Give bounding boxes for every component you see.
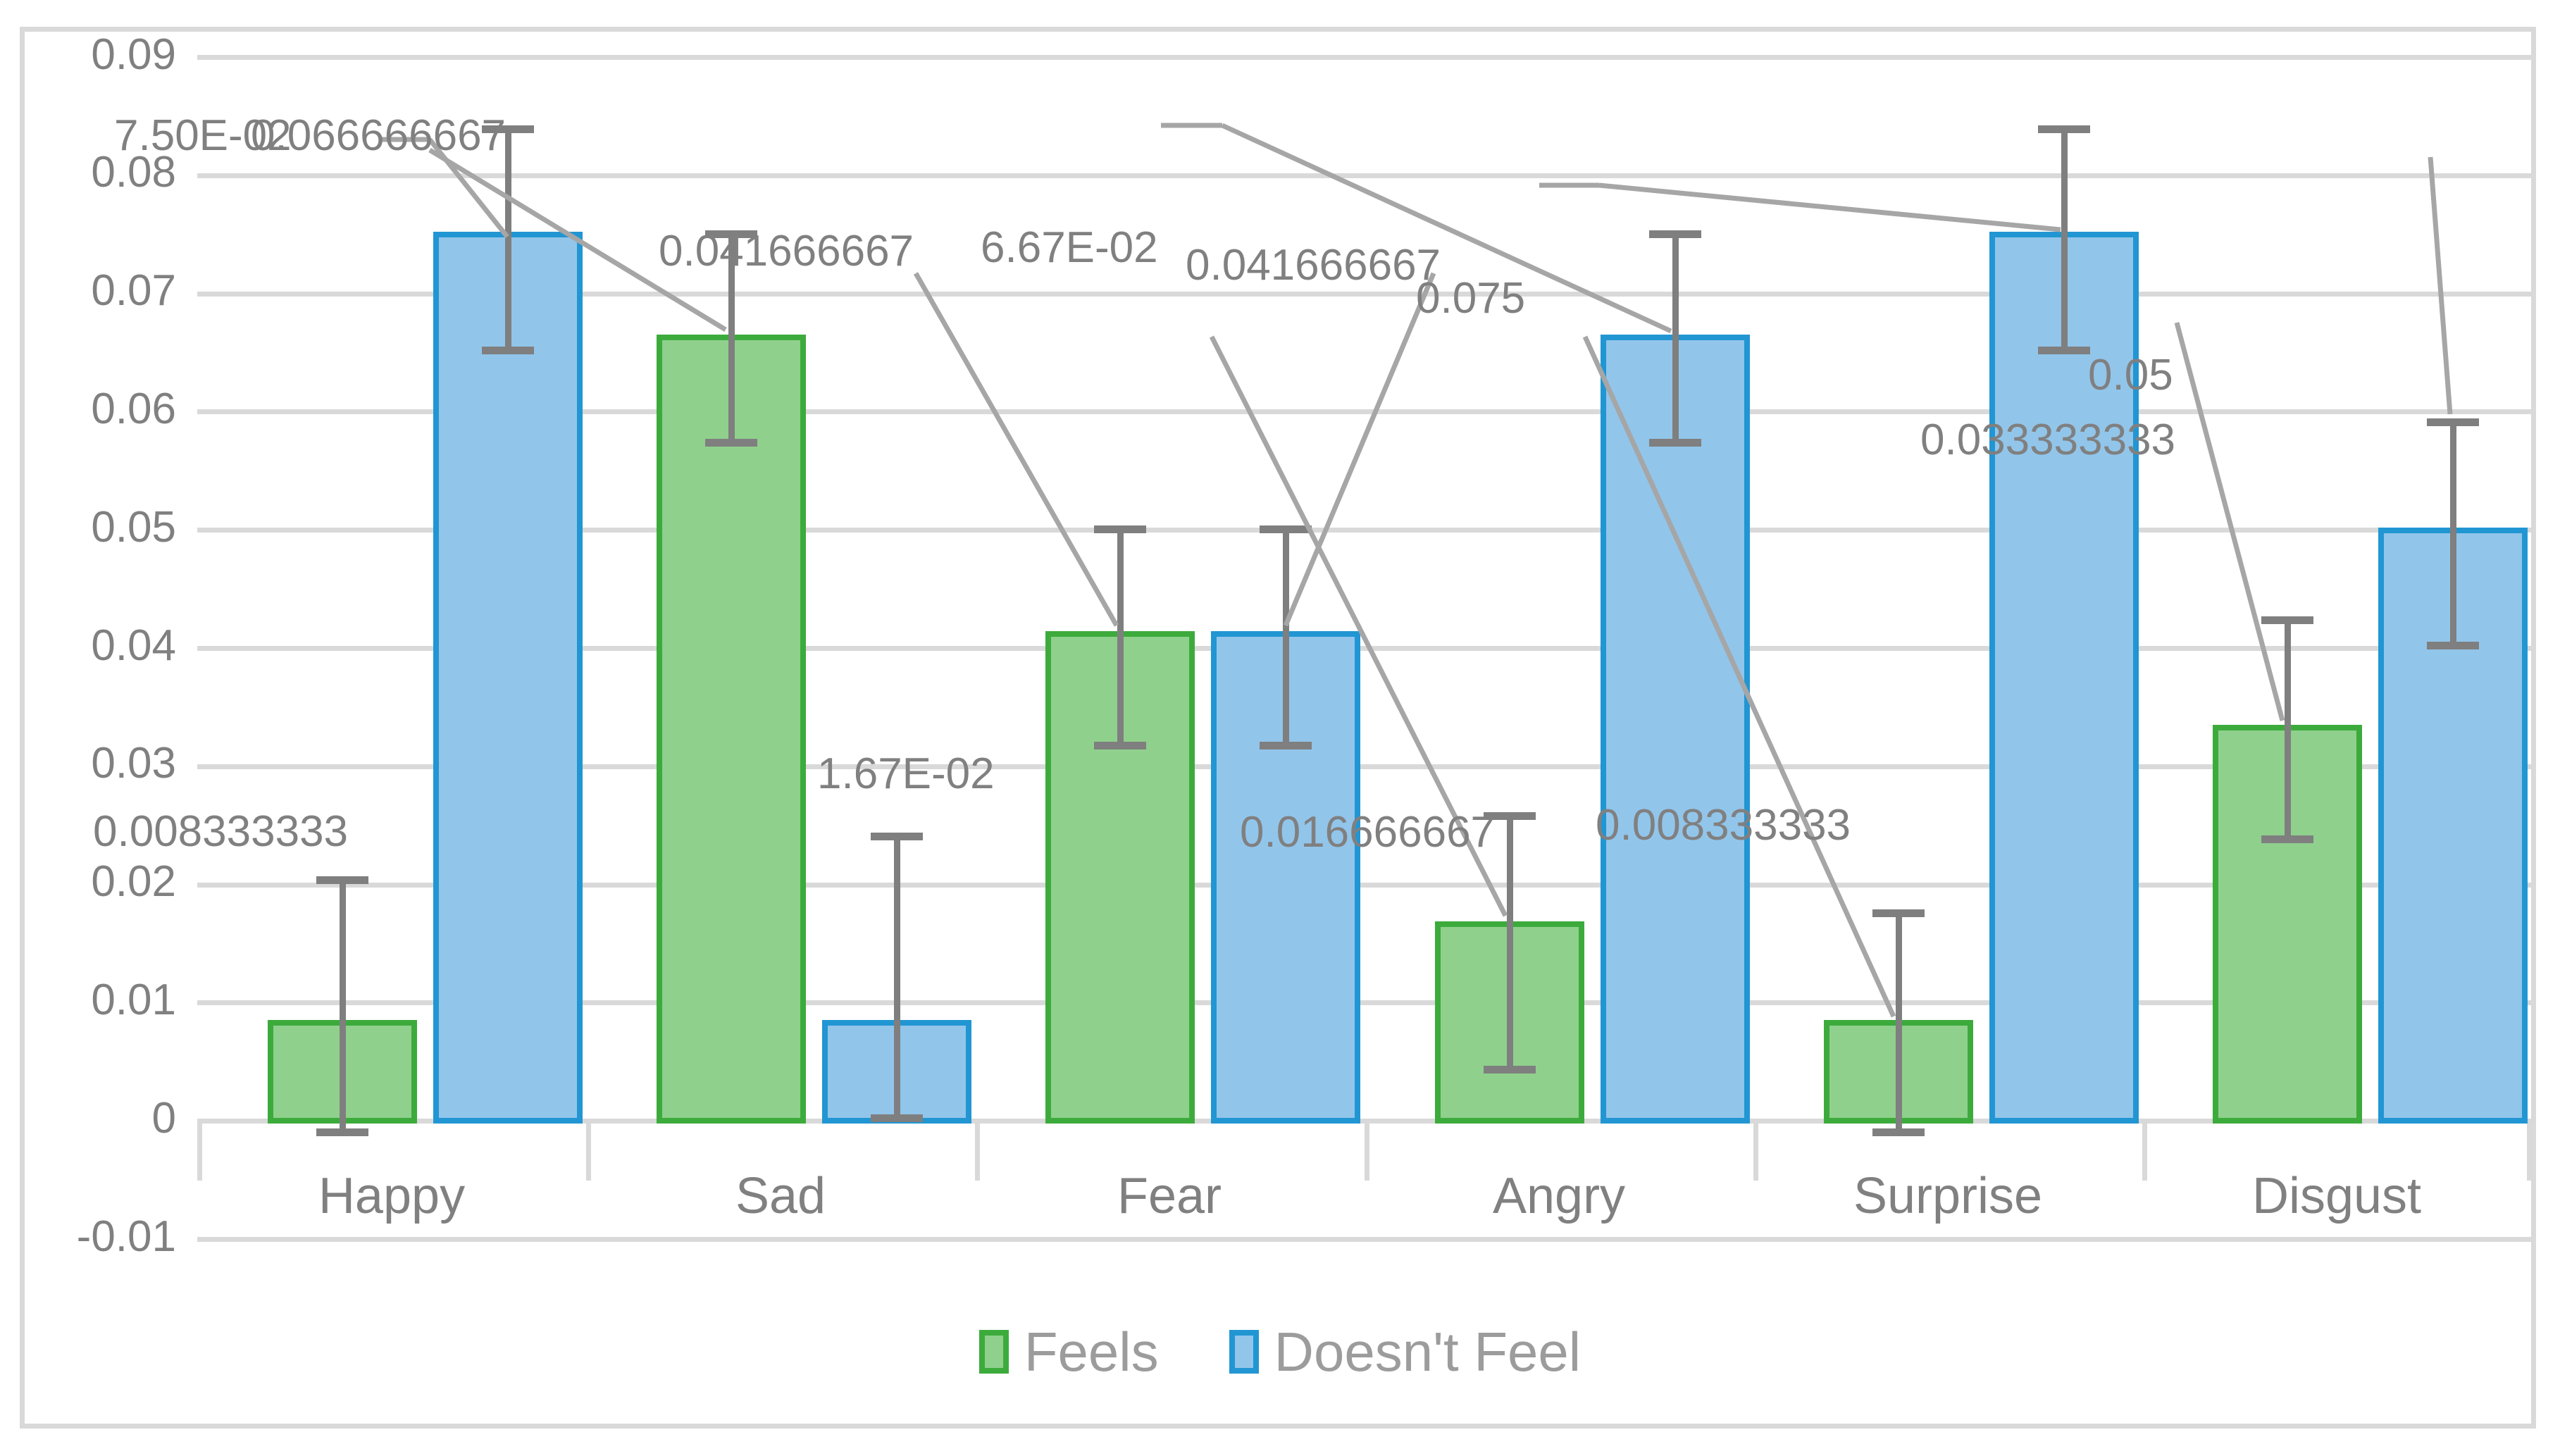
error-bar-happy-nofeels — [505, 125, 511, 347]
data-label-fear-feels: 0.041666667 — [659, 227, 914, 275]
error-bar-surprise-feels — [1896, 909, 1902, 1128]
plot-area: 7.50E-02 0.066666667 0.041666667 0.04166… — [93, 55, 2532, 1242]
bar-happy-nofeels[interactable] — [433, 232, 583, 1124]
y-tick-label-9: 0 — [151, 1094, 176, 1143]
error-bar-disgust-nofeels — [2450, 418, 2456, 642]
y-tick-label-3: 0.06 — [91, 385, 176, 433]
legend-label-feels: Feels — [1024, 1321, 1159, 1383]
bar-chart: 0.09 0.08 0.07 0.06 0.05 0.04 0.03 0.02 … — [0, 0, 2560, 1456]
legend-swatch-doesnt-feel-icon — [1229, 1330, 1259, 1374]
error-cap-lower-surprise-feels — [1872, 1128, 1925, 1136]
error-cap-upper-fear-feels — [1094, 525, 1146, 533]
chart-legend: Feels Doesn't Feel — [0, 1324, 2560, 1379]
x-tick-label-fear: Fear — [1117, 1168, 1222, 1224]
y-tick-label-2: 0.07 — [91, 266, 176, 315]
error-cap-upper-surprise-feels — [1872, 909, 1925, 917]
data-label-surprise-feels: 0.008333333 — [1596, 801, 1851, 850]
data-label-happy-feels: 0.008333333 — [93, 807, 349, 856]
gridline-0.08 — [197, 173, 2532, 178]
data-label-angry-feels: 0.016666667 — [1240, 808, 1496, 857]
error-cap-lower-fear-nofeels — [1260, 742, 1312, 749]
error-cap-lower-disgust-nofeels — [2427, 642, 2479, 649]
data-label-sad-feels: 0.066666667 — [251, 111, 507, 160]
error-cap-lower-disgust-feels — [2261, 835, 2313, 843]
error-cap-upper-disgust-nofeels — [2427, 418, 2479, 426]
y-tick-label-6: 0.03 — [91, 739, 176, 788]
error-cap-upper-sad-nofeels — [871, 833, 923, 840]
error-cap-upper-fear-nofeels — [1260, 525, 1312, 533]
y-tick-label-0: 0.09 — [91, 30, 176, 79]
error-cap-lower-fear-feels — [1094, 742, 1146, 749]
error-cap-lower-sad-nofeels — [871, 1114, 923, 1122]
error-cap-lower-angry-nofeels — [1649, 439, 1701, 447]
data-label-disgust-nofeels: 0.05 — [2088, 351, 2173, 399]
gridline-0.09 — [197, 55, 2532, 60]
x-tick-label-sad: Sad — [735, 1168, 826, 1224]
error-cap-lower-sad-feels — [705, 439, 757, 447]
error-cap-lower-surprise-nofeels — [2038, 347, 2090, 354]
error-cap-lower-happy-feels — [316, 1128, 368, 1136]
error-bar-happy-feels — [340, 876, 346, 1128]
legend-swatch-feels-icon — [978, 1330, 1009, 1374]
x-tick-label-disgust: Disgust — [2251, 1168, 2422, 1224]
error-bar-fear-nofeels — [1283, 525, 1289, 742]
data-label-angry-nofeels: 6.67E-02 — [981, 223, 1158, 272]
y-tick-label-7: 0.02 — [91, 857, 176, 906]
error-bar-angry-nofeels — [1672, 230, 1679, 439]
bar-angry-nofeels[interactable] — [1601, 335, 1750, 1124]
error-bar-sad-nofeels — [894, 833, 900, 1114]
y-tick-label-10: -0.01 — [76, 1212, 176, 1261]
x-tick-label-angry: Angry — [1492, 1168, 1626, 1224]
data-label-fear-nofeels: 0.041666667 — [1186, 241, 1441, 290]
legend-label-doesnt-feel: Doesn't Feel — [1274, 1321, 1582, 1383]
error-cap-lower-happy-nofeels — [482, 347, 534, 354]
error-cap-lower-angry-feels — [1484, 1066, 1536, 1074]
legend-item-feels[interactable]: Feels — [978, 1321, 1159, 1383]
legend-item-doesnt-feel[interactable]: Doesn't Feel — [1229, 1324, 1581, 1379]
error-cap-upper-happy-feels — [316, 876, 368, 884]
bar-sad-feels[interactable] — [657, 335, 806, 1124]
x-tick-label-surprise: Surprise — [1853, 1168, 2043, 1224]
x-tick-label-happy: Happy — [318, 1168, 466, 1224]
data-label-surprise-nofeels: 0.075 — [1416, 274, 1526, 323]
gridline--0.01 — [197, 1237, 2532, 1242]
data-label-disgust-feels: 0.033333333 — [1920, 416, 2176, 464]
error-cap-upper-surprise-nofeels — [2038, 125, 2090, 133]
y-tick-label-4: 0.05 — [91, 503, 176, 552]
error-bar-fear-feels — [1117, 525, 1124, 742]
y-tick-label-5: 0.04 — [91, 621, 176, 670]
error-bar-disgust-feels — [2285, 616, 2291, 835]
data-label-sad-nofeels: 1.67E-02 — [817, 749, 995, 798]
error-cap-upper-disgust-feels — [2261, 616, 2313, 624]
error-bar-surprise-nofeels — [2061, 125, 2068, 347]
error-bar-angry-feels — [1507, 812, 1513, 1066]
error-cap-upper-angry-nofeels — [1649, 230, 1701, 238]
y-tick-label-8: 0.01 — [91, 976, 176, 1024]
